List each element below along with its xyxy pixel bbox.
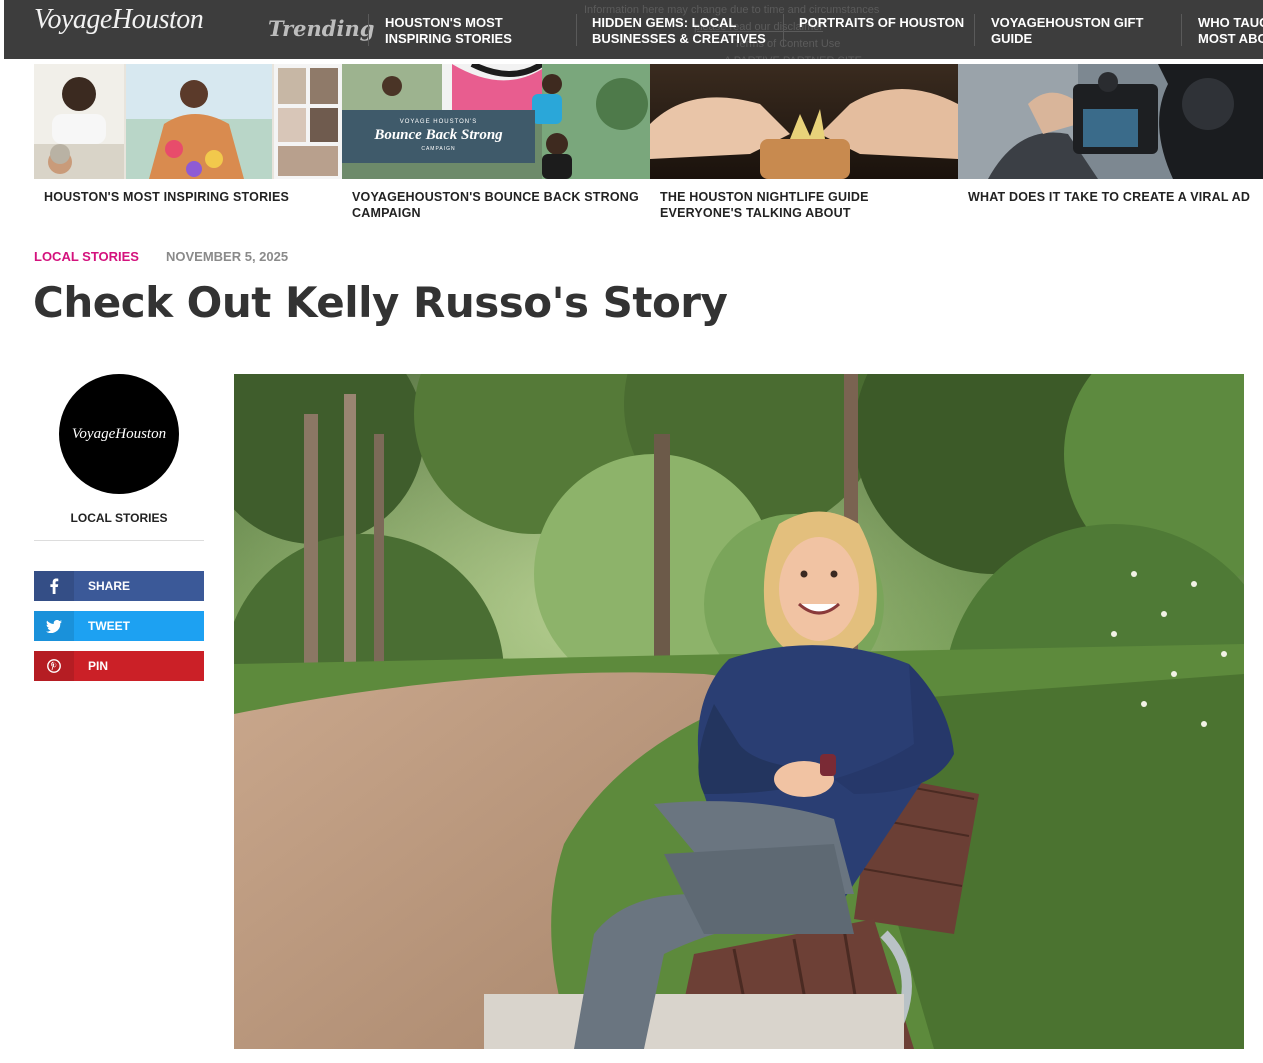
card-caption[interactable]: HOUSTON'S MOST INSPIRING STORIES xyxy=(44,189,334,205)
article-title: Check Out Kelly Russo's Story xyxy=(33,278,728,327)
nav-divider xyxy=(576,14,577,46)
card-caption[interactable]: VOYAGEHOUSTON'S BOUNCE BACK STRONG CAMPA… xyxy=(352,189,642,221)
pinterest-icon xyxy=(34,651,74,681)
sidebar-category-link[interactable]: LOCAL STORIES xyxy=(34,511,204,525)
article-hero-image xyxy=(234,374,1244,1049)
article-category-link[interactable]: LOCAL STORIES xyxy=(34,249,139,264)
facebook-share-button[interactable]: SHARE xyxy=(34,571,204,601)
twitter-icon xyxy=(34,611,74,641)
trending-card-viral-ad[interactable]: WHAT DOES IT TAKE TO CREATE A VIRAL AD xyxy=(958,64,1263,234)
avatar-logo-text: VoyageHouston xyxy=(71,425,167,442)
facebook-share-label: SHARE xyxy=(88,579,131,593)
card-caption[interactable]: WHAT DOES IT TAKE TO CREATE A VIRAL AD xyxy=(968,189,1258,205)
card-caption[interactable]: THE HOUSTON NIGHTLIFE GUIDE EVERYONE'S T… xyxy=(660,189,950,221)
trending-label: Trending xyxy=(268,16,375,41)
nav-item-hidden-gems[interactable]: Hidden Gems: Local Businesses & Creative… xyxy=(592,15,782,47)
article-date: NOVEMBER 5, 2025 xyxy=(166,249,289,264)
nav-divider xyxy=(974,14,975,46)
sidebar-divider xyxy=(34,540,204,541)
nav-item-who-taught-you[interactable]: Who Taught You Most About xyxy=(1198,15,1263,47)
pinterest-pin-button[interactable]: PIN xyxy=(34,651,204,681)
author-avatar[interactable]: VoyageHouston xyxy=(59,374,179,494)
overlay-title: Bounce Back Strong xyxy=(374,127,503,143)
overlay-kicker: VOYAGE HOUSTON'S xyxy=(399,119,478,125)
facebook-icon xyxy=(34,571,74,601)
overlay-sub: CAMPAIGN xyxy=(421,146,456,152)
trending-card-nightlife-guide[interactable]: THE HOUSTON NIGHTLIFE GUIDE EVERYONE'S T… xyxy=(650,64,958,234)
card-thumbnail xyxy=(650,64,958,179)
twitter-tweet-label: TWEET xyxy=(88,619,130,633)
nav-item-portraits-of-houston[interactable]: Portraits of Houston xyxy=(799,15,964,31)
top-navigation-bar: Information here may change due to time … xyxy=(4,0,1263,59)
card-thumbnail xyxy=(34,64,342,179)
nav-item-inspiring-stories[interactable]: Houston's Most Inspiring Stories xyxy=(385,15,545,47)
site-logo[interactable]: VoyageHouston xyxy=(34,4,204,36)
trending-card-inspiring-stories[interactable]: HOUSTON'S MOST INSPIRING STORIES xyxy=(34,64,342,234)
nav-divider xyxy=(1181,14,1182,46)
nav-divider xyxy=(368,14,369,46)
nav-item-gift-guide[interactable]: VoyageHouston Gift Guide xyxy=(991,15,1161,47)
nav-divider xyxy=(783,14,784,46)
card-thumbnail: VOYAGE HOUSTON'S Bounce Back Strong CAMP… xyxy=(342,64,650,179)
card-thumbnail xyxy=(958,64,1263,179)
twitter-tweet-button[interactable]: TWEET xyxy=(34,611,204,641)
pinterest-pin-label: PIN xyxy=(88,659,109,673)
bounce-back-overlay: VOYAGE HOUSTON'S Bounce Back Strong CAMP… xyxy=(342,110,535,163)
trending-card-bounce-back-strong[interactable]: VOYAGE HOUSTON'S Bounce Back Strong CAMP… xyxy=(342,64,650,234)
